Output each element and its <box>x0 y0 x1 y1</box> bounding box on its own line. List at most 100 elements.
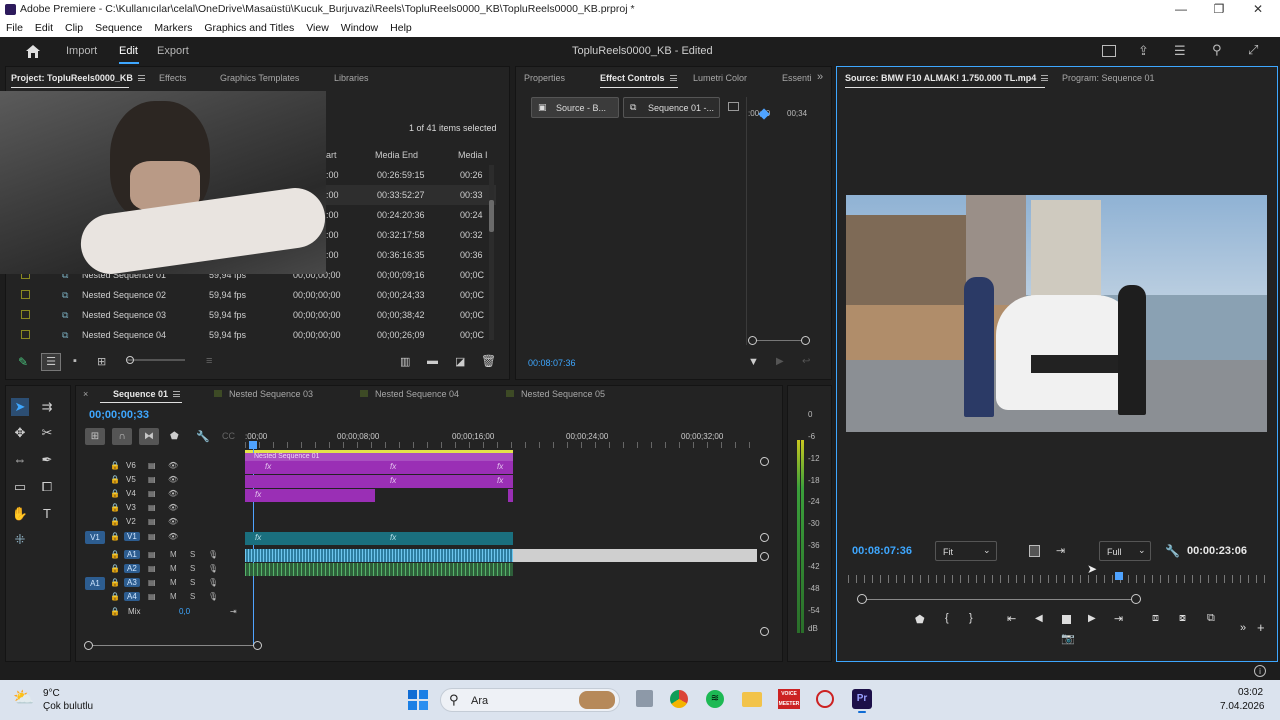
tab-import[interactable]: Import <box>66 45 97 57</box>
tab-nested-sequence-03[interactable]: Nested Sequence 03 <box>229 389 313 399</box>
tab-nested-sequence-04[interactable]: Nested Sequence 04 <box>375 389 459 399</box>
eye-icon[interactable]: 👁 <box>168 532 178 541</box>
step-back-icon[interactable]: ◀ <box>1035 613 1043 624</box>
info-icon[interactable]: i <box>1254 665 1266 677</box>
eye-icon[interactable]: 👁 <box>168 517 178 526</box>
insert-nest-icon[interactable]: ⊞ <box>85 428 105 445</box>
sequence-clip-button[interactable]: ⧉ Sequence 01 -... <box>623 97 720 118</box>
zoom-slider[interactable] <box>127 359 185 361</box>
selection-tool-icon[interactable]: ➤ <box>11 398 29 416</box>
mute-button[interactable]: M <box>170 592 177 601</box>
tab-effect-controls[interactable]: Effect Controls <box>600 73 677 83</box>
linked-selection-icon[interactable]: ⧓ <box>139 428 159 445</box>
windows-start-icon[interactable] <box>408 690 428 710</box>
loop-icon[interactable]: ↩ <box>802 356 810 367</box>
type-tool-icon[interactable]: T <box>38 505 56 523</box>
eye-icon[interactable]: 👁 <box>168 503 178 512</box>
voicemeeter-icon[interactable]: VOICE MEETER <box>778 689 800 709</box>
go-to-in-icon[interactable]: ⇤ <box>1007 612 1016 625</box>
sync-lock-icon[interactable]: ▤ <box>148 550 156 559</box>
audio-scroll-handle-top[interactable] <box>760 552 769 561</box>
toggle-timeline-icon[interactable] <box>728 102 739 111</box>
timeline-zoom-bar[interactable] <box>89 645 259 646</box>
tab-essential[interactable]: Essenti <box>782 73 812 83</box>
insert-icon[interactable] <box>1029 545 1040 557</box>
microphone-icon[interactable]: 🎙 <box>208 578 218 587</box>
table-row[interactable]: ⧉ Nested Sequence 03 59,94 fps 00;00;00;00 0… <box>16 305 496 325</box>
ec-zoom-bar[interactable] <box>751 340 807 341</box>
razor-icon[interactable]: ✂ <box>38 424 56 442</box>
sync-lock-icon[interactable]: ▤ <box>148 592 156 601</box>
add-marker-icon[interactable]: ⬟ <box>170 431 179 442</box>
minimize-button[interactable]: — <box>1166 1 1196 18</box>
lock-icon[interactable]: 🔒 <box>110 578 120 587</box>
trash-icon[interactable]: 🗑 <box>481 354 496 368</box>
tab-project[interactable]: Project: TopluReels0000_KB <box>11 73 145 83</box>
home-icon[interactable] <box>25 44 41 59</box>
eye-icon[interactable]: 👁 <box>168 489 178 498</box>
menu-view[interactable]: View <box>306 22 329 34</box>
sync-lock-icon[interactable]: ▤ <box>148 503 156 512</box>
source-zoom-end-handle[interactable] <box>1131 594 1141 604</box>
lock-icon[interactable]: 🔒 <box>110 532 120 541</box>
new-item-icon[interactable]: ◪ <box>455 355 465 368</box>
file-explorer-icon[interactable] <box>742 692 762 707</box>
sync-lock-icon[interactable]: ▤ <box>148 517 156 526</box>
source-zoom-start-handle[interactable] <box>857 594 867 604</box>
project-scrollbar[interactable] <box>489 165 494 340</box>
obs-icon[interactable] <box>816 690 834 708</box>
tab-nested-sequence-05[interactable]: Nested Sequence 05 <box>521 389 605 399</box>
video-scroll-handle-bottom[interactable] <box>760 533 769 542</box>
captions-icon[interactable]: CC <box>222 431 235 441</box>
layout-icon[interactable] <box>1102 45 1116 57</box>
mute-button[interactable]: M <box>170 550 177 559</box>
quality-dropdown[interactable]: Full ⌄ <box>1099 541 1151 561</box>
lock-icon[interactable]: 🔒 <box>110 550 120 559</box>
menu-file[interactable]: File <box>6 22 23 34</box>
tab-sequence-01[interactable]: Sequence 01 <box>113 389 181 399</box>
lock-icon[interactable]: 🔒 <box>110 461 120 470</box>
table-row[interactable]: ⧉ Nested Sequence 02 59,94 fps 00;00;00;00 0… <box>16 285 496 305</box>
audio-clip-a1-empty[interactable] <box>513 549 757 562</box>
more-controls-icon[interactable]: » <box>1240 622 1246 634</box>
menu-graphics-and-titles[interactable]: Graphics and Titles <box>204 22 294 34</box>
fit-dropdown[interactable]: Fit ⌄ <box>935 541 997 561</box>
stop-icon[interactable] <box>1062 615 1071 624</box>
audio-scroll-handle-bottom[interactable] <box>760 627 769 636</box>
eye-icon[interactable]: 👁 <box>168 461 178 470</box>
video-clip-v6[interactable]: fx fx fx <box>245 461 513 474</box>
frame-tool-icon[interactable]: ⧠ <box>38 478 56 496</box>
weather-description[interactable]: Çok bulutlu <box>43 701 93 712</box>
close-sequence-icon[interactable]: × <box>83 389 88 399</box>
source-ruler[interactable] <box>848 575 1266 583</box>
ec-zoom-start-handle[interactable] <box>748 336 757 345</box>
solo-button[interactable]: S <box>190 578 195 587</box>
timeline-zoom-start[interactable] <box>84 641 93 650</box>
solo-button[interactable]: S <box>190 592 195 601</box>
source-zoom-bar[interactable] <box>862 599 1136 600</box>
mute-button[interactable]: M <box>170 578 177 587</box>
row-checkbox[interactable] <box>21 330 30 339</box>
settings-sliders-icon[interactable]: ☰ <box>1174 43 1186 59</box>
lock-icon[interactable]: 🔒 <box>110 503 120 512</box>
add-button-icon[interactable]: + <box>1257 620 1265 635</box>
video-clip-v4-end[interactable] <box>508 489 513 502</box>
tab-effects[interactable]: Effects <box>159 73 186 83</box>
lock-icon[interactable]: 🔒 <box>110 517 120 526</box>
menu-help[interactable]: Help <box>390 22 412 34</box>
menu-sequence[interactable]: Sequence <box>95 22 142 34</box>
timeline-playhead-handle[interactable] <box>249 441 257 449</box>
sync-lock-icon[interactable]: ▤ <box>148 578 156 587</box>
pencil-icon[interactable]: ✎ <box>18 355 28 369</box>
wrench-icon[interactable]: 🔧 <box>1165 544 1180 558</box>
task-view-icon[interactable] <box>636 690 653 707</box>
audio-clip-a1[interactable] <box>245 549 513 562</box>
insert-clip-icon[interactable]: ⧈ <box>1152 612 1159 625</box>
overwrite-clip-icon[interactable]: ⧇ <box>1179 612 1186 625</box>
ec-timecode[interactable]: 00:08:07:36 <box>528 358 576 368</box>
filter-icon[interactable]: ▼ <box>748 356 759 368</box>
sync-lock-icon[interactable]: ▤ <box>148 475 156 484</box>
source-playhead[interactable] <box>1115 572 1123 580</box>
tab-source-monitor[interactable]: Source: BMW F10 ALMAK! 1.750.000 TL.mp4 <box>845 73 1049 83</box>
source-clip-button[interactable]: ▣ Source - B... <box>531 97 619 118</box>
